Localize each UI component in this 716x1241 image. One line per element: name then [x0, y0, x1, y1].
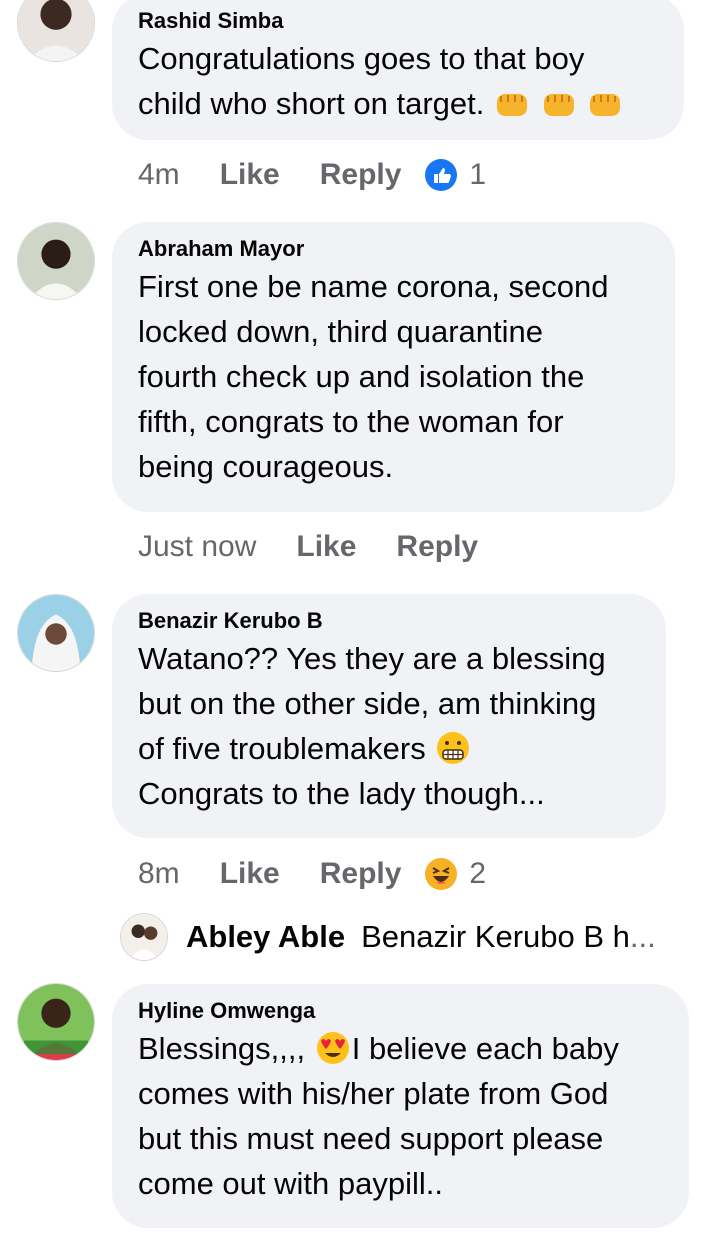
comment-bubble: Hyline Omwenga Blessings,,,, I believe e… [112, 984, 689, 1228]
haha-reaction-icon[interactable] [425, 858, 458, 890]
like-button[interactable]: Like [220, 155, 280, 195]
fist-emoji-icon [578, 86, 625, 121]
avatar[interactable] [17, 983, 95, 1061]
comment-author[interactable]: Rashid Simba [138, 8, 658, 34]
comment-actions: 4m Like Reply 1 [138, 155, 486, 195]
reply-button[interactable]: Reply [320, 155, 402, 195]
comment-bubble: Benazir Kerubo B Watano?? Yes they are a… [112, 594, 666, 838]
reply-button[interactable]: Reply [320, 854, 402, 894]
fist-emoji-icon [531, 86, 578, 121]
comment-author[interactable]: Hyline Omwenga [138, 998, 663, 1024]
grimacing-face-emoji-icon [434, 731, 472, 766]
reply-preview[interactable]: Abley Able Benazir Kerubo B h... [120, 913, 656, 961]
reply-button[interactable]: Reply [396, 527, 478, 567]
like-button[interactable]: Like [220, 854, 280, 894]
like-button[interactable]: Like [296, 527, 356, 567]
reply-ellipsis: ... [629, 919, 656, 954]
reaction-count[interactable]: 1 [469, 155, 486, 195]
comment-hyline-omwenga: Hyline Omwenga Blessings,,,, I believe e… [0, 983, 716, 1241]
like-reaction-icon[interactable] [425, 159, 458, 191]
reply-text: Benazir Kerubo B h [361, 919, 630, 954]
comment-text: Blessings,,,, I believe each baby comes … [138, 1031, 619, 1201]
comment-bubble: Rashid Simba Congratulations goes to tha… [112, 0, 684, 140]
timestamp[interactable]: 8m [138, 854, 180, 894]
heart-eyes-emoji-icon [314, 1031, 352, 1066]
timestamp[interactable]: 4m [138, 155, 180, 195]
comment-author[interactable]: Abraham Mayor [138, 236, 649, 262]
timestamp[interactable]: Just now [138, 527, 256, 567]
comment-rashid-simba: Rashid Simba Congratulations goes to tha… [0, 0, 716, 200]
comment-text: Watano?? Yes they are a blessing but on … [138, 641, 606, 811]
comment-abraham-mayor: Abraham Mayor First one be name corona, … [0, 220, 716, 570]
comment-actions: 8m Like Reply 2 [138, 854, 486, 894]
reply-author[interactable]: Abley Able [186, 915, 345, 959]
comment-actions: Just now Like Reply [138, 527, 518, 567]
comment-author[interactable]: Benazir Kerubo B [138, 608, 640, 634]
comment-text: First one be name corona, second locked … [138, 269, 609, 484]
comment-bubble: Abraham Mayor First one be name corona, … [112, 222, 675, 512]
avatar[interactable] [17, 0, 95, 62]
reaction-count[interactable]: 2 [469, 854, 486, 894]
avatar[interactable] [17, 594, 95, 672]
avatar[interactable] [120, 913, 168, 961]
comment-text: Congratulations goes to that boy child w… [138, 36, 658, 126]
fist-emoji-icon [484, 86, 531, 121]
avatar[interactable] [17, 222, 95, 300]
